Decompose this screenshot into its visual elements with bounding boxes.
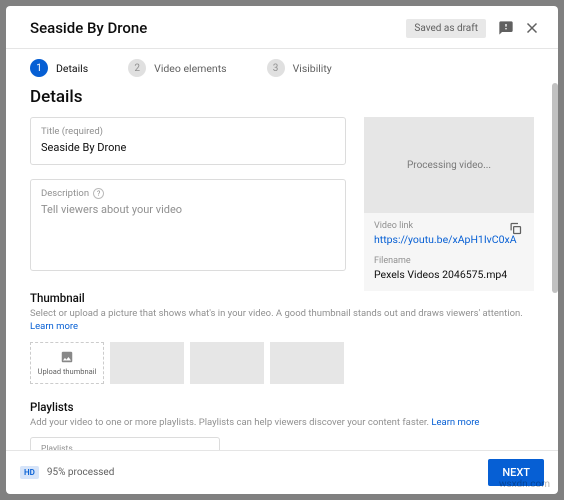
title-label: Title (required) bbox=[41, 126, 335, 137]
step-visibility[interactable]: 3 Visibility bbox=[267, 59, 332, 77]
title-value: Seaside By Drone bbox=[41, 141, 335, 154]
upload-thumbnail-button[interactable]: Upload thumbnail bbox=[30, 342, 104, 384]
description-placeholder: Tell viewers about your video bbox=[41, 203, 335, 216]
processing-text: Processing video... bbox=[407, 160, 491, 171]
video-title: Seaside By Drone bbox=[30, 19, 406, 37]
step-video-elements[interactable]: 2 Video elements bbox=[128, 59, 226, 77]
thumbnail-desc: Select or upload a picture that shows wh… bbox=[30, 307, 534, 334]
playlists-heading: Playlists bbox=[30, 400, 534, 414]
thumbnail-heading: Thumbnail bbox=[30, 291, 534, 305]
step-number: 1 bbox=[30, 59, 48, 77]
hd-badge: HD bbox=[20, 466, 39, 479]
progress-text: 95% processed bbox=[47, 467, 488, 478]
video-link-label: Video link bbox=[374, 221, 524, 231]
help-icon[interactable]: ? bbox=[93, 188, 104, 199]
playlists-select[interactable]: Playlists Select bbox=[30, 437, 220, 450]
copy-icon[interactable] bbox=[508, 221, 526, 239]
thumbnail-slot[interactable] bbox=[270, 342, 344, 384]
filename-value: Pexels Videos 2046575.mp4 bbox=[374, 268, 524, 281]
playlists-desc: Add your video to one or more playlists.… bbox=[30, 416, 534, 429]
description-input[interactable]: Description ? Tell viewers about your vi… bbox=[30, 179, 346, 271]
image-icon bbox=[60, 350, 74, 364]
filename-label: Filename bbox=[374, 256, 524, 266]
upload-dialog: Seaside By Drone Saved as draft 1 Detail… bbox=[6, 6, 558, 494]
thumbnail-learn-more[interactable]: Learn more bbox=[30, 321, 78, 332]
dialog-body: Details Title (required) Seaside By Dron… bbox=[6, 83, 558, 450]
scrollbar-thumb[interactable] bbox=[552, 83, 558, 293]
dialog-header: Seaside By Drone Saved as draft bbox=[6, 6, 558, 49]
thumbnail-row: Upload thumbnail bbox=[30, 342, 534, 384]
video-preview: Processing video... bbox=[364, 117, 534, 213]
step-number: 3 bbox=[267, 59, 285, 77]
step-label: Video elements bbox=[154, 62, 226, 75]
close-icon[interactable] bbox=[520, 16, 544, 40]
description-label: Description ? bbox=[41, 188, 335, 199]
next-button[interactable]: NEXT bbox=[488, 459, 544, 486]
playlists-learn-more[interactable]: Learn more bbox=[431, 417, 479, 428]
step-label: Details bbox=[56, 62, 88, 75]
thumbnail-slot[interactable] bbox=[110, 342, 184, 384]
title-input[interactable]: Title (required) Seaside By Drone bbox=[30, 117, 346, 165]
video-meta: Video link https://youtu.be/xApH1IvC0xA … bbox=[364, 213, 534, 291]
thumbnail-slot[interactable] bbox=[190, 342, 264, 384]
details-heading: Details bbox=[30, 87, 534, 107]
step-label: Visibility bbox=[293, 62, 332, 75]
dialog-footer: HD 95% processed NEXT bbox=[6, 450, 558, 494]
step-number: 2 bbox=[128, 59, 146, 77]
saved-as-draft-badge: Saved as draft bbox=[406, 19, 486, 38]
step-details[interactable]: 1 Details bbox=[30, 59, 88, 77]
playlists-select-label: Playlists bbox=[41, 444, 201, 450]
feedback-icon[interactable] bbox=[494, 16, 518, 40]
stepper: 1 Details 2 Video elements 3 Visibility bbox=[6, 49, 558, 83]
video-link[interactable]: https://youtu.be/xApH1IvC0xA bbox=[374, 233, 524, 246]
